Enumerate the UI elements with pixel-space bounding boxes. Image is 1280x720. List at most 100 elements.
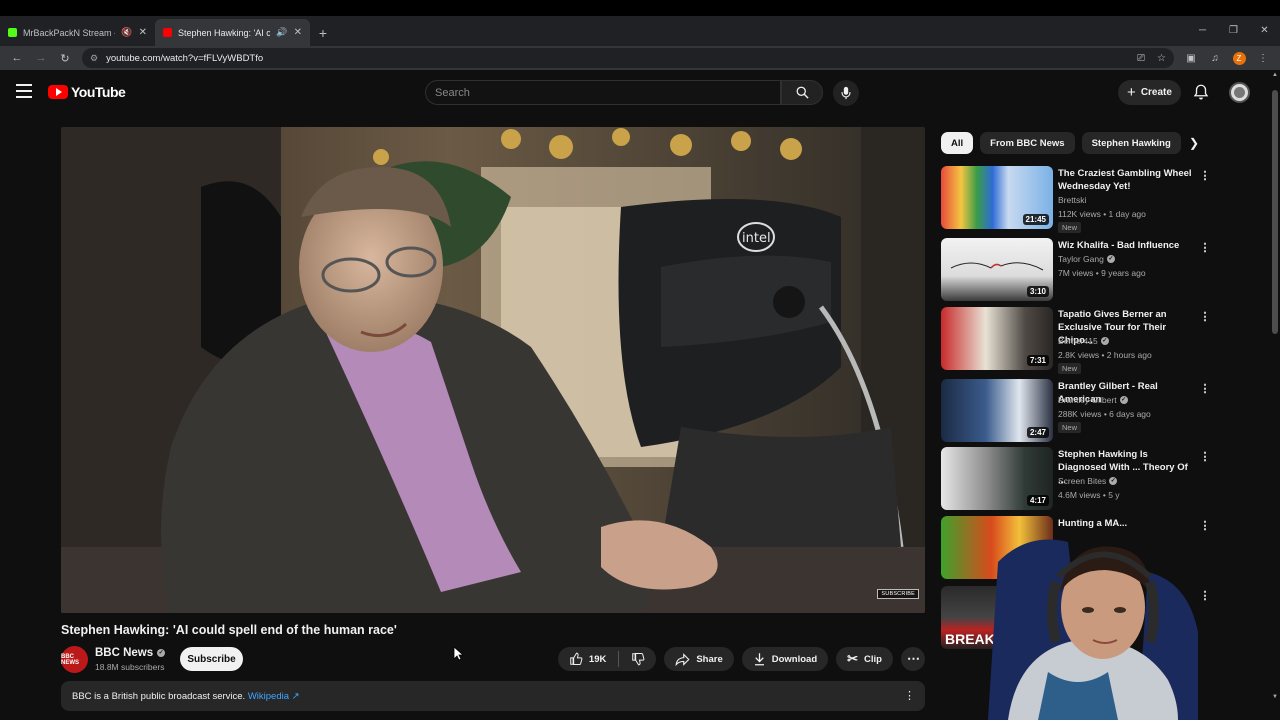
- duration-badge: 21:45: [1022, 214, 1049, 225]
- recommendation-item[interactable]: 21:45 The Craziest Gambling Wheel Wednes…: [941, 166, 1211, 233]
- profile-button[interactable]: Z: [1228, 47, 1250, 69]
- wikipedia-link[interactable]: Wikipedia ↗: [248, 691, 300, 702]
- thumbnail[interactable]: 4:17: [941, 447, 1053, 510]
- channel-name: Brantley Gilbert: [1058, 395, 1117, 405]
- verified-icon: ✓: [1109, 477, 1118, 485]
- recommendation-meta: 288K views • 6 days ago: [1058, 409, 1151, 419]
- subscribe-button[interactable]: Subscribe: [180, 647, 243, 671]
- like-button[interactable]: 19K: [569, 652, 606, 666]
- restore-icon[interactable]: ❐: [1218, 16, 1249, 44]
- tab-title: Stephen Hawking: 'AI could: [178, 27, 271, 38]
- recommendation-channel[interactable]: Screen Bites ✓: [1058, 476, 1118, 486]
- thumbs-up-icon: [570, 652, 583, 666]
- verified-icon: ✓: [1100, 337, 1109, 345]
- scrollbar-thumb[interactable]: [1272, 90, 1278, 334]
- close-tab-icon[interactable]: ✕: [294, 27, 302, 38]
- more-options-icon[interactable]: ⋮: [1199, 241, 1211, 255]
- window-controls: ─ ❐ ✕: [1187, 16, 1280, 44]
- channel-name-link[interactable]: BBC News ✓: [95, 647, 166, 659]
- hamburger-menu-icon[interactable]: [16, 84, 32, 98]
- recommendation-channel[interactable]: Taylor Gang ✓: [1058, 254, 1115, 264]
- browser-tab-kick[interactable]: MrBackPackN Stream - Wat 🔇 ✕: [0, 19, 155, 46]
- chips-next-chevron-icon[interactable]: ❯: [1183, 132, 1205, 154]
- recommendation-item[interactable]: 4:17 Stephen Hawking Is Diagnosed With .…: [941, 447, 1211, 511]
- like-count: 19K: [588, 653, 607, 665]
- more-options-icon[interactable]: ⋮: [1199, 169, 1211, 183]
- divider: [618, 651, 620, 667]
- scroll-down-icon[interactable]: ▼: [1271, 694, 1279, 700]
- channel-avatar[interactable]: BBC NEWS: [61, 646, 88, 673]
- media-controls-icon[interactable]: ♫: [1204, 47, 1226, 69]
- recommendation-item[interactable]: 7:31 Tapatio Gives Berner an Exclusive T…: [941, 307, 1211, 374]
- clip-label: Clip: [864, 653, 882, 665]
- thumbnail[interactable]: 2:47: [941, 379, 1053, 442]
- thumbnail[interactable]: 7:31: [941, 307, 1053, 370]
- account-avatar[interactable]: [1229, 82, 1250, 103]
- description-text: BBC is a British public broadcast servic…: [72, 691, 246, 702]
- new-tab-button[interactable]: +: [310, 19, 336, 46]
- thumbs-down-icon[interactable]: [631, 652, 645, 666]
- minimize-icon[interactable]: ─: [1187, 16, 1218, 44]
- site-info-icon[interactable]: ⚙: [90, 53, 98, 64]
- browser-menu-icon[interactable]: ⋮: [1252, 47, 1274, 69]
- chip-stephen-hawking[interactable]: Stephen Hawking: [1081, 132, 1181, 154]
- create-button[interactable]: + Create: [1118, 80, 1181, 105]
- close-tab-icon[interactable]: ✕: [139, 27, 147, 38]
- recommendation-channel[interactable]: Brettski: [1058, 195, 1086, 205]
- bookmark-star-icon[interactable]: ☆: [1157, 53, 1166, 64]
- recommendation-meta: 7M views • 9 years ago: [1058, 268, 1146, 278]
- share-label: Share: [696, 653, 723, 665]
- extension-icon[interactable]: ▣: [1180, 47, 1202, 69]
- youtube-favicon-icon: [163, 28, 172, 37]
- notifications-bell-icon[interactable]: [1192, 83, 1210, 101]
- more-options-icon[interactable]: ⋮: [1199, 310, 1211, 324]
- new-badge: New: [1058, 422, 1082, 433]
- install-app-icon[interactable]: ⎚: [1137, 53, 1145, 64]
- thumbnail[interactable]: 21:45: [941, 166, 1053, 229]
- recommendation-channel[interactable]: Brantley Gilbert ✓: [1058, 395, 1128, 405]
- search-input[interactable]: [435, 86, 780, 99]
- url-field[interactable]: ⚙ youtube.com/watch?v=fFLVyWBDTfo ⎚ ☆: [82, 48, 1174, 68]
- search-box: [425, 80, 781, 105]
- scroll-up-icon[interactable]: ▲: [1271, 72, 1279, 78]
- close-window-icon[interactable]: ✕: [1249, 16, 1280, 44]
- thumbnail[interactable]: 3:10: [941, 238, 1053, 301]
- recommendation-title[interactable]: The Craziest Gambling Wheel Wednesday Ye…: [1058, 167, 1193, 193]
- page-scrollbar[interactable]: ▲ ▼: [1270, 70, 1280, 720]
- more-actions-button[interactable]: ⋯: [901, 647, 925, 671]
- youtube-logo[interactable]: YouTube: [48, 84, 126, 100]
- browser-tab-youtube[interactable]: Stephen Hawking: 'AI could 🔊 ✕: [155, 19, 310, 46]
- recommendation-item[interactable]: 2:47 Brantley Gilbert - Real American Br…: [941, 379, 1211, 443]
- clip-button[interactable]: ✂ Clip: [836, 647, 893, 671]
- plus-icon: +: [1127, 83, 1136, 101]
- recommendation-channel[interactable]: Berner415 ✓: [1058, 336, 1109, 346]
- address-bar-row: ← → ↻ ⚙ youtube.com/watch?v=fFLVyWBDTfo …: [0, 46, 1280, 70]
- profile-avatar: Z: [1232, 51, 1246, 65]
- download-button[interactable]: Download: [741, 647, 829, 671]
- recommendation-item[interactable]: 3:10 Wiz Khalifa - Bad Influence Taylor …: [941, 238, 1211, 302]
- search-button[interactable]: [781, 80, 823, 105]
- share-icon: [675, 652, 690, 666]
- more-options-icon[interactable]: ⋮: [1199, 450, 1211, 464]
- more-options-icon[interactable]: ⋮: [1199, 382, 1211, 396]
- muted-speaker-icon[interactable]: 🔇: [121, 27, 132, 38]
- filter-chips: All From BBC News Stephen Hawking In: [941, 132, 1205, 154]
- recommendation-title[interactable]: Wiz Khalifa - Bad Influence: [1058, 239, 1193, 252]
- speaker-icon[interactable]: 🔊: [276, 27, 287, 38]
- description-box[interactable]: BBC is a British public broadcast servic…: [61, 681, 925, 711]
- svg-text:intel: intel: [742, 231, 771, 246]
- video-player[interactable]: intel SUBSCRIBE: [61, 127, 925, 613]
- microphone-icon: [841, 86, 851, 100]
- reload-button[interactable]: ↻: [54, 47, 76, 69]
- share-button[interactable]: Share: [664, 647, 734, 671]
- chip-from-bbc-news[interactable]: From BBC News: [980, 132, 1075, 154]
- back-button[interactable]: ←: [6, 47, 28, 69]
- forward-button[interactable]: →: [30, 47, 52, 69]
- description-more-icon[interactable]: ⋮: [904, 689, 915, 702]
- subscribe-watermark: SUBSCRIBE: [877, 589, 919, 599]
- webcam-overlay: [968, 522, 1220, 720]
- chip-all[interactable]: All: [941, 132, 974, 154]
- new-badge: New: [1058, 363, 1082, 374]
- channel-name: Screen Bites: [1058, 476, 1107, 486]
- voice-search-button[interactable]: [833, 80, 859, 106]
